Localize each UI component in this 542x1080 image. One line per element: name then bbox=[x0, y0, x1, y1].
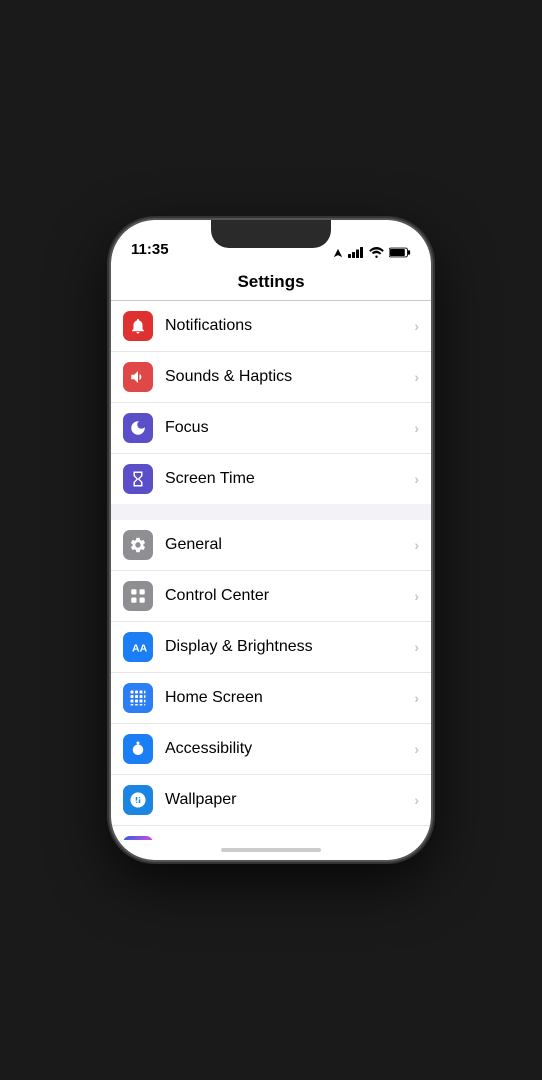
focus-chevron: › bbox=[414, 420, 419, 436]
controlcenter-chevron: › bbox=[414, 588, 419, 604]
controlcenter-label: Control Center bbox=[165, 587, 414, 605]
display-svg: AA bbox=[129, 638, 147, 656]
settings-item-controlcenter[interactable]: Control Center › bbox=[111, 571, 431, 622]
homescreen-chevron: › bbox=[414, 690, 419, 706]
sounds-icon bbox=[123, 362, 153, 392]
general-label: General bbox=[165, 536, 414, 554]
controlcenter-icon bbox=[123, 581, 153, 611]
sounds-label: Sounds & Haptics bbox=[165, 368, 414, 386]
home-indicator bbox=[111, 840, 431, 860]
notifications-chevron: › bbox=[414, 318, 419, 334]
notifications-icon bbox=[123, 311, 153, 341]
settings-item-general[interactable]: General › bbox=[111, 520, 431, 571]
wallpaper-icon bbox=[123, 785, 153, 815]
focus-icon bbox=[123, 413, 153, 443]
screentime-label: Screen Time bbox=[165, 470, 414, 488]
screentime-icon bbox=[123, 464, 153, 494]
settings-item-accessibility[interactable]: Accessibility › bbox=[111, 724, 431, 775]
notifications-label: Notifications bbox=[165, 317, 414, 335]
status-icons bbox=[333, 247, 411, 258]
settings-item-notifications[interactable]: Notifications › bbox=[111, 301, 431, 352]
focus-svg bbox=[129, 419, 147, 437]
sounds-chevron: › bbox=[414, 369, 419, 385]
general-chevron: › bbox=[414, 537, 419, 553]
settings-item-sounds[interactable]: Sounds & Haptics › bbox=[111, 352, 431, 403]
settings-list-1: Notifications › Sounds & Haptics › bbox=[111, 301, 431, 504]
screentime-chevron: › bbox=[414, 471, 419, 487]
bell-svg bbox=[129, 317, 147, 335]
battery-status-icon bbox=[389, 247, 411, 258]
nav-bar: Settings bbox=[111, 264, 431, 301]
screentime-svg bbox=[129, 470, 147, 488]
siri-icon bbox=[123, 836, 153, 840]
focus-label: Focus bbox=[165, 419, 414, 437]
svg-text:AA: AA bbox=[132, 643, 147, 655]
location-icon bbox=[333, 248, 343, 258]
settings-item-wallpaper[interactable]: Wallpaper › bbox=[111, 775, 431, 826]
homescreen-label: Home Screen bbox=[165, 689, 414, 707]
settings-item-focus[interactable]: Focus › bbox=[111, 403, 431, 454]
settings-content[interactable]: Notifications › Sounds & Haptics › bbox=[111, 301, 431, 840]
general-svg bbox=[129, 536, 147, 554]
status-bar: 11:35 bbox=[111, 220, 431, 264]
group-spacer bbox=[111, 504, 431, 520]
signal-icon bbox=[348, 247, 364, 258]
controlcenter-svg bbox=[129, 587, 147, 605]
settings-item-screentime[interactable]: Screen Time › bbox=[111, 454, 431, 504]
homescreen-icon bbox=[123, 683, 153, 713]
settings-item-homescreen[interactable]: Home Screen › bbox=[111, 673, 431, 724]
wallpaper-chevron: › bbox=[414, 792, 419, 808]
general-icon bbox=[123, 530, 153, 560]
status-time: 11:35 bbox=[131, 241, 169, 258]
settings-group-2: General › Control bbox=[111, 520, 431, 840]
home-bar bbox=[221, 848, 321, 852]
settings-item-display[interactable]: AA Display & Brightness › bbox=[111, 622, 431, 673]
phone-screen: 11:35 bbox=[111, 220, 431, 860]
accessibility-icon bbox=[123, 734, 153, 764]
settings-item-siri[interactable]: Siri & Search › bbox=[111, 826, 431, 840]
accessibility-label: Accessibility bbox=[165, 740, 414, 758]
accessibility-svg bbox=[129, 740, 147, 758]
phone-frame: 11:35 bbox=[111, 220, 431, 860]
wifi-icon bbox=[369, 247, 384, 258]
notch bbox=[211, 220, 331, 248]
wallpaper-svg bbox=[129, 791, 147, 809]
display-label: Display & Brightness bbox=[165, 638, 414, 656]
page-title: Settings bbox=[237, 272, 304, 291]
accessibility-chevron: › bbox=[414, 741, 419, 757]
display-icon: AA bbox=[123, 632, 153, 662]
wallpaper-label: Wallpaper bbox=[165, 791, 414, 809]
homescreen-svg bbox=[129, 689, 147, 707]
settings-group-1: Notifications › Sounds & Haptics › bbox=[111, 301, 431, 504]
sounds-svg bbox=[129, 368, 147, 386]
settings-list-2: General › Control bbox=[111, 520, 431, 840]
display-chevron: › bbox=[414, 639, 419, 655]
